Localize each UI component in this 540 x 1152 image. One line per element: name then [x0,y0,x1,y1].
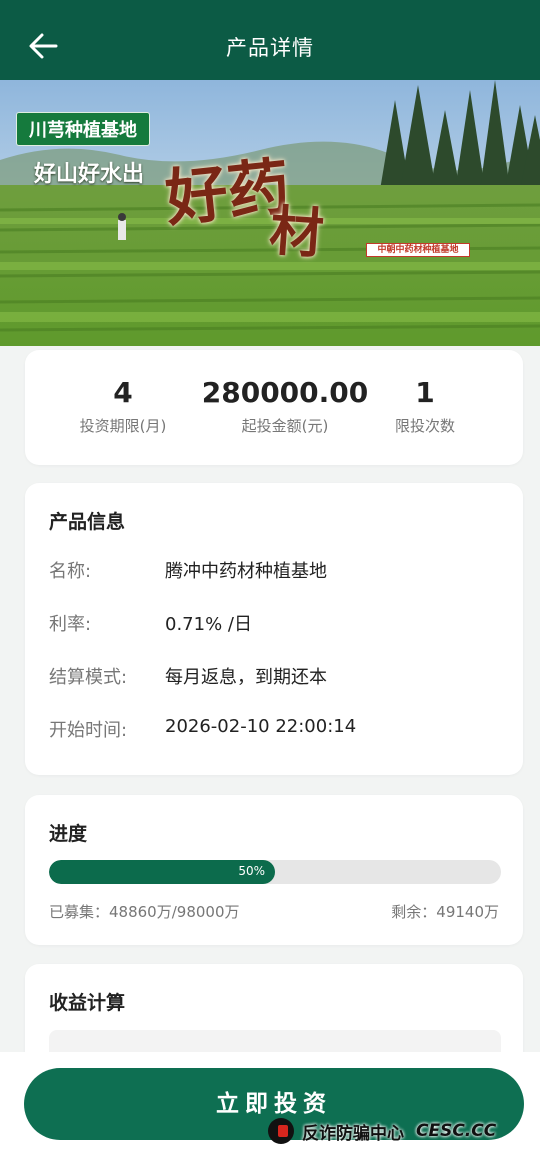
info-key: 结算模式: [49,667,128,688]
stat-limit: 1 限投次数 [375,376,475,436]
watermark-site: CESC.CC [416,1121,497,1141]
info-value: 每月返息，到期还本 [165,667,327,688]
remaining-amount: 剩余：49140万 [391,903,499,921]
stat-label: 起投金额(元) [241,417,329,435]
stat-value: 1 [415,376,435,409]
section-title: 收益计算 [49,992,126,1014]
product-info-card: 产品信息 名称: 腾冲中药材种植基地 利率: 0.71% /日 结算模式: 每月… [25,483,523,775]
banner-sign: 中朝中药材种植基地 [366,243,470,257]
info-value: 2026-02-10 22:00:14 [165,716,357,737]
progress-bar: 50% [49,860,501,884]
info-key: 名称: [49,561,92,582]
stat-value: 280000.00 [201,376,369,409]
top-bar: 产品详情 [0,0,540,92]
anti-fraud-logo-icon [268,1118,294,1144]
watermark: 反诈防骗中心 CESC.CC [268,1116,496,1146]
investment-stats-card: 4 投资期限(月) 280000.00 起投金额(元) 1 限投次数 [25,350,523,465]
banner-tag: 川芎种植基地 [16,112,150,146]
info-key: 开始时间: [49,720,128,741]
progress-percent: 50% [238,864,265,878]
progress-card: 进度 50% 已募集：48860万/98000万 剩余：49140万 [25,795,523,945]
info-key: 利率: [49,614,92,635]
banner-headline-2: 材 [267,198,326,266]
page-title: 产品详情 [226,36,314,60]
stat-min-amount: 280000.00 起投金额(元) [199,376,371,436]
info-value: 0.71% /日 [165,614,252,635]
section-title: 产品信息 [49,511,126,533]
raised-amount: 已募集：48860万/98000万 [49,903,240,921]
stat-label: 限投次数 [394,417,455,435]
stat-term: 4 投资期限(月) [73,376,173,436]
stat-label: 投资期限(月) [79,417,167,435]
section-title: 进度 [49,823,88,845]
progress-bar-fill: 50% [49,860,275,884]
info-value: 腾冲中药材种植基地 [165,561,327,582]
watermark-text: 反诈防骗中心 [302,1123,404,1144]
banner-subtitle: 好山好水出 [34,162,145,187]
stat-value: 4 [113,376,133,409]
